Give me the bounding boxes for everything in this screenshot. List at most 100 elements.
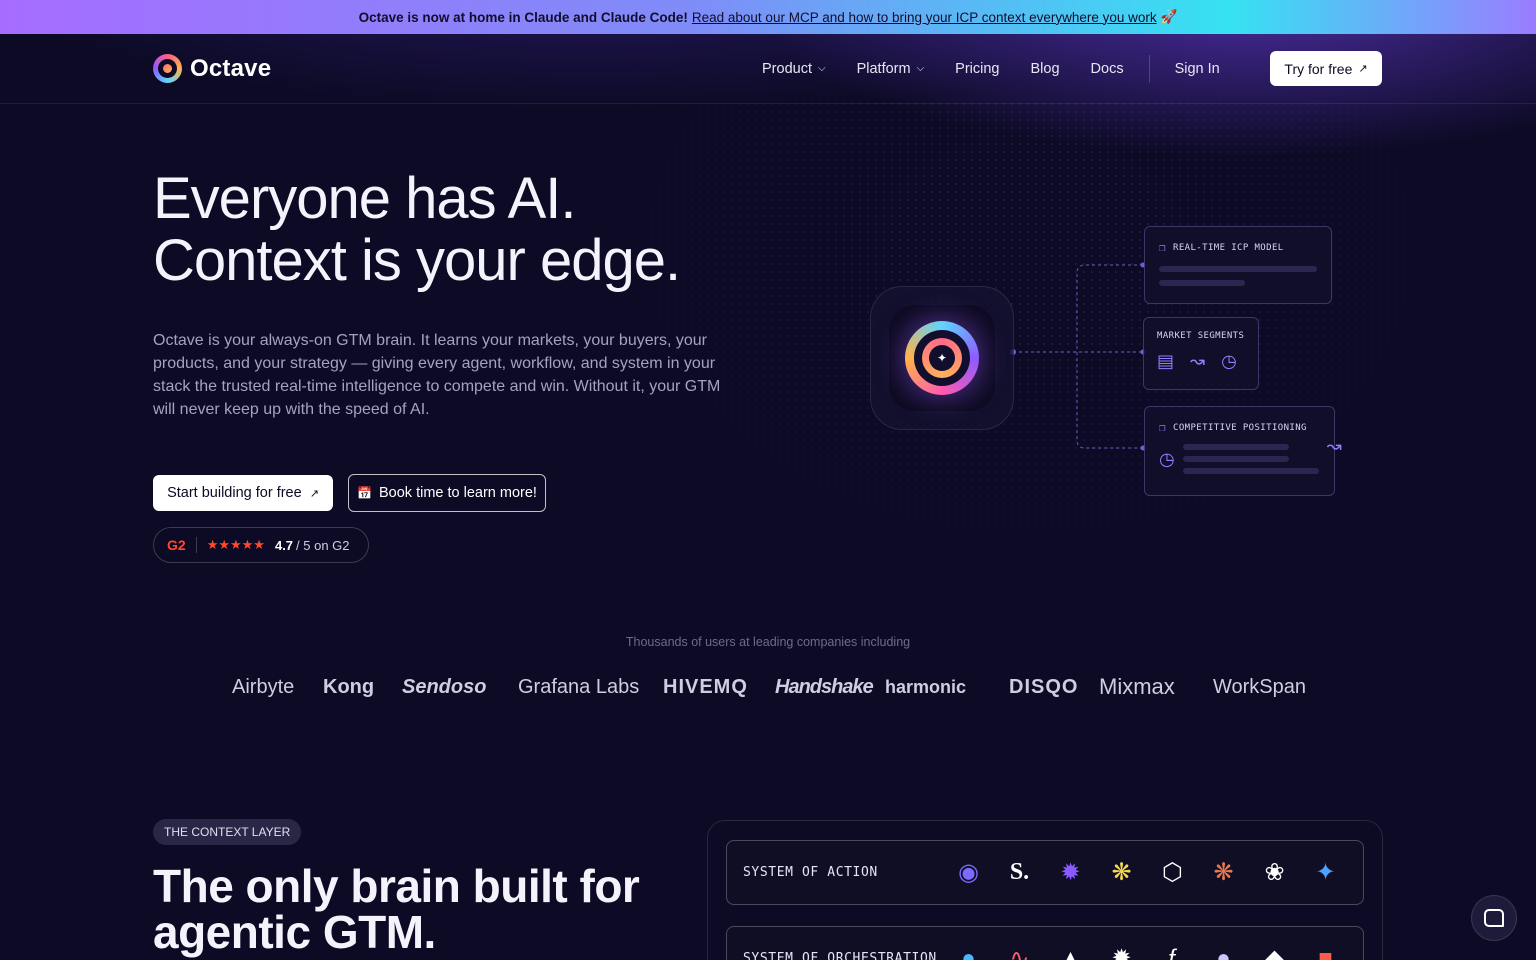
card-label: REAL-TIME ICP MODEL <box>1173 242 1284 253</box>
integration-logo-icon: ● <box>961 944 976 960</box>
system-of-action-row: SYSTEM OF ACTION ◉ S. ✹ ❋ ⬡ ❋ ❀ ✦ <box>726 840 1364 905</box>
chat-widget-button[interactable] <box>1471 895 1517 941</box>
arrow-up-right-icon: ↗ <box>309 487 319 500</box>
nav-links: Product ⌵ Platform ⌵ Pricing Blog Docs S… <box>762 34 1251 104</box>
logo-hivemq: HIVEMQ <box>663 675 748 698</box>
context-title-line-2: agentic GTM. <box>153 906 436 958</box>
book-time-label: Book time to learn more! <box>378 485 537 501</box>
hero-description: Octave is your always-on GTM brain. It l… <box>153 332 721 418</box>
integration-icons: ● ∿ ▲ ✹ ƒ ● ◆ ■ <box>943 944 1351 960</box>
hero-headline-line-1: Everyone has AI. <box>153 166 576 231</box>
integration-logo-icon: ▲ <box>1058 944 1083 960</box>
systems-panel: SYSTEM OF ACTION ◉ S. ✹ ❋ ⬡ ❋ ❀ ✦ SYSTEM… <box>707 820 1383 960</box>
sign-in-label: Sign In <box>1174 61 1220 77</box>
logo-disqo: DISQO <box>1009 675 1079 698</box>
integration-logo-icon: ✹ <box>1111 945 1132 960</box>
pie-chart-icon: ◷ <box>1159 448 1175 469</box>
nav-label: Pricing <box>955 61 1000 77</box>
nav-label: Blog <box>1030 61 1060 77</box>
g2-logo: G2 <box>167 537 186 553</box>
octave-core-card: ✦ <box>870 286 1014 430</box>
logo-grafana-labs: Grafana Labs <box>518 675 640 698</box>
announcement-lead: Octave is now at home in Claude and Clau… <box>358 9 688 25</box>
nav-label: Platform <box>856 61 911 77</box>
competitive-positioning-card: ❐ COMPETITIVE POSITIONING ◷ ↝ <box>1144 406 1342 496</box>
system-label: SYSTEM OF ORCHESTRATION <box>743 951 937 960</box>
card-label: MARKET SEGMENTS <box>1157 331 1245 341</box>
customer-logos: Airbyte Kong Sendoso Grafana Labs HIVEMQ… <box>232 672 1312 702</box>
try-for-free-label: Try for free <box>1284 60 1353 77</box>
document-icon: ❐ <box>1159 241 1167 254</box>
octave-core-icon: ✦ <box>905 321 979 395</box>
hexagon-logo-icon: ⬡ <box>1162 859 1183 886</box>
brand-logo[interactable]: Octave <box>153 54 271 83</box>
pie-chart-icon: ◷ <box>1221 351 1237 371</box>
openai-logo-icon: ❀ <box>1264 859 1285 886</box>
logo-airbyte: Airbyte <box>232 675 295 698</box>
octave-logo-icon <box>153 54 182 83</box>
hero-headline-line-2: Context is your edge. <box>153 228 681 293</box>
card-label: COMPETITIVE POSITIONING <box>1173 422 1307 433</box>
document-icon: ❐ <box>1159 421 1167 434</box>
chevron-down-icon: ⌵ <box>817 62 826 74</box>
integration-logo-icon: ■ <box>1318 944 1333 960</box>
customers-label: Thousands of users at leading companies … <box>625 635 911 649</box>
start-building-label: Start building for free <box>167 485 302 501</box>
nav-item-blog[interactable]: Blog <box>1031 61 1060 77</box>
sign-in-link[interactable]: Sign In <box>1175 61 1220 77</box>
chevron-down-icon: ⌵ <box>916 62 925 74</box>
context-layer-title: The only brain built for agentic GTM. <box>153 860 640 958</box>
context-title-line-1: The only brain built for <box>153 860 640 912</box>
nav-item-pricing[interactable]: Pricing <box>955 61 999 77</box>
logo-mixmax: Mixmax <box>1099 674 1175 699</box>
nav-item-docs[interactable]: Docs <box>1091 61 1124 77</box>
gemini-logo-icon: ✦ <box>1315 859 1336 886</box>
bar-chart-icon: ▤ <box>1157 351 1175 371</box>
nav-label: Docs <box>1090 61 1124 77</box>
star-rating-icons: ★★★★★ <box>206 537 265 552</box>
system-label: SYSTEM OF ACTION <box>743 865 878 880</box>
brand-name: Octave <box>190 54 272 82</box>
logo-handshake: Handshake <box>775 675 874 698</box>
integration-icons: ◉ S. ✹ ❋ ⬡ ❋ ❀ ✦ <box>943 858 1351 887</box>
rocket-icon: 🚀 <box>1160 9 1178 24</box>
announcement-link[interactable]: Read about our MCP and how to bring your… <box>692 10 1157 25</box>
market-segments-card: MARKET SEGMENTS ▤ ↝ ◷ <box>1143 317 1259 390</box>
book-time-button[interactable]: 📅 Book time to learn more! <box>348 474 546 512</box>
chat-icon <box>1484 909 1504 927</box>
nav-item-product[interactable]: Product ⌵ <box>762 61 826 77</box>
s-logo-icon: S. <box>1009 859 1030 885</box>
asterisk-logo-icon: ❋ <box>1111 859 1132 886</box>
calendar-icon: 📅 <box>357 486 372 500</box>
hero-headline: Everyone has AI. Context is your edge. <box>153 166 681 293</box>
try-for-free-button[interactable]: Try for free ↗ <box>1270 51 1382 86</box>
top-nav: Octave Product ⌵ Platform ⌵ Pricing Blog… <box>0 34 1536 104</box>
logo-harmonic: harmonic <box>885 676 967 697</box>
integration-logo-icon: ƒ <box>1165 944 1180 960</box>
claude-logo-icon: ❋ <box>1213 859 1234 886</box>
start-building-button[interactable]: Start building for free ↗ <box>153 475 333 511</box>
nav-item-platform[interactable]: Platform ⌵ <box>857 61 925 77</box>
nav-divider <box>1148 55 1150 83</box>
g2-rating-badge[interactable]: G2 ★★★★★ 4.7 / 5 on G2 <box>153 527 369 563</box>
icp-model-card: ❐ REAL-TIME ICP MODEL <box>1144 226 1332 304</box>
context-layer-badge: THE CONTEXT LAYER <box>153 819 302 845</box>
system-of-orchestration-row: SYSTEM OF ORCHESTRATION ● ∿ ▲ ✹ ƒ ● ◆ ■ <box>726 926 1364 960</box>
context-diagram: ✦ ❐ REAL-TIME ICP MODEL MARKET SEGMENTS ▤… <box>860 220 1360 510</box>
nav-label: Product <box>762 61 812 77</box>
logo-kong: Kong <box>323 675 375 698</box>
arrow-up-right-icon: ↗ <box>1358 63 1368 75</box>
integration-logo-icon: ∿ <box>1009 945 1030 960</box>
shield-logo-icon: ◉ <box>958 859 979 886</box>
integration-logo-icon: ◆ <box>1265 945 1284 960</box>
g2-rating-value: 4.7 <box>274 537 294 553</box>
integration-logo-icon: ● <box>1216 944 1231 960</box>
g2-rating-suffix: / 5 on G2 <box>296 537 350 553</box>
g2-divider <box>195 537 197 553</box>
logo-workspan: WorkSpan <box>1213 675 1307 698</box>
line-chart-icon: ↝ <box>1190 351 1206 371</box>
line-chart-icon: ↝ <box>1326 435 1342 456</box>
badge-logo-icon: ✹ <box>1060 859 1081 886</box>
logo-sendoso: Sendoso <box>402 675 487 698</box>
announcement-bar: Octave is now at home in Claude and Clau… <box>0 0 1536 34</box>
